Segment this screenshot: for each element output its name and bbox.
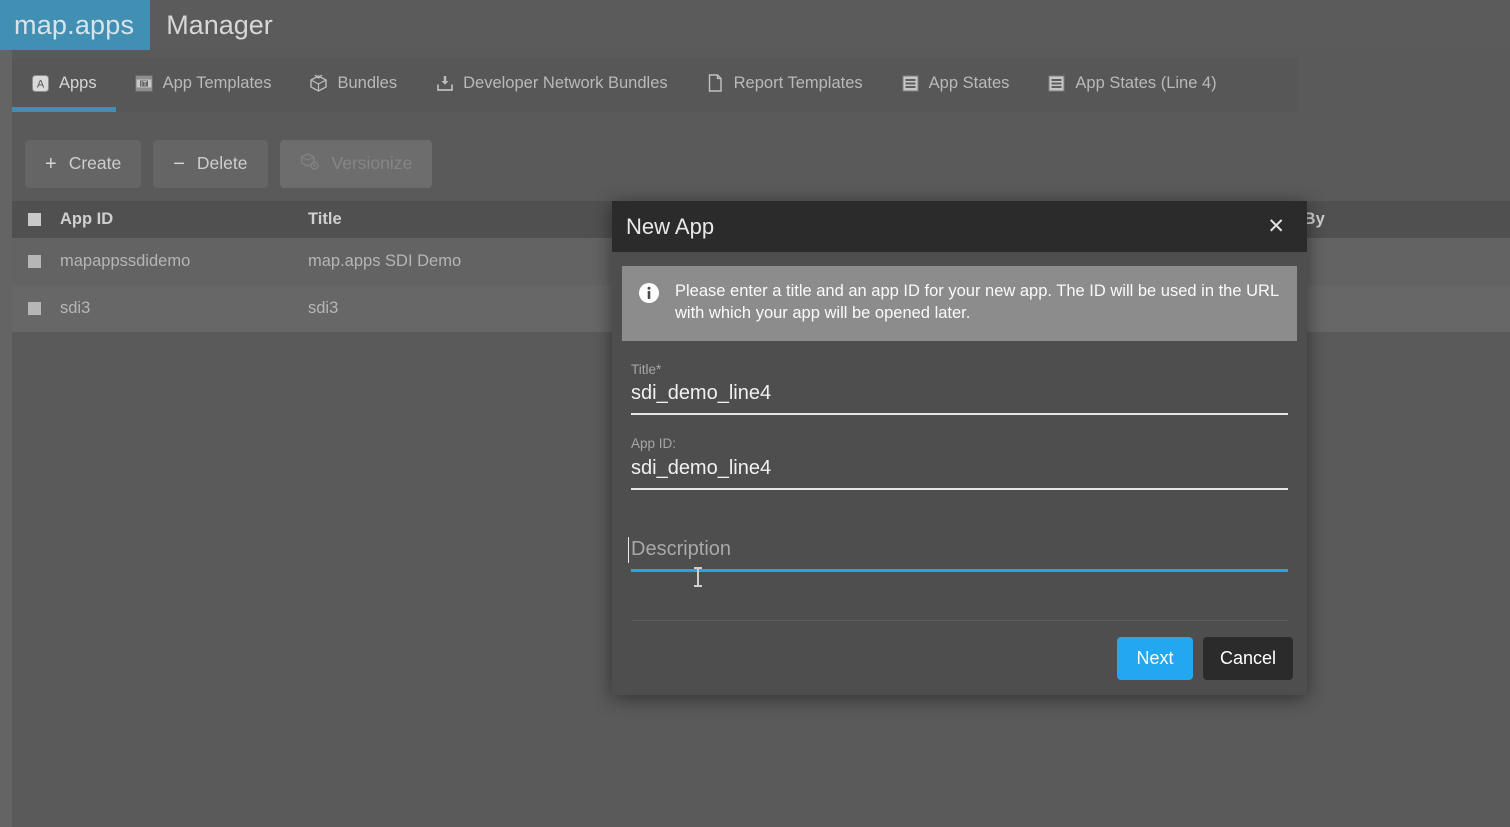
checkbox-icon bbox=[28, 302, 41, 315]
info-icon bbox=[638, 282, 660, 304]
tab-app-states[interactable]: App States bbox=[882, 58, 1029, 108]
dialog-header: New App ✕ bbox=[612, 201, 1307, 252]
dialog-title: New App bbox=[626, 214, 714, 240]
create-button[interactable]: + Create bbox=[25, 140, 141, 188]
app-id-input[interactable]: sdi_demo_line4 bbox=[631, 455, 1288, 488]
app-id-field-label: App ID: bbox=[631, 437, 1288, 452]
description-placeholder: Description bbox=[631, 538, 731, 560]
dialog-footer: Next Cancel bbox=[612, 621, 1307, 695]
title-field-underline bbox=[631, 413, 1288, 415]
cancel-button[interactable]: Cancel bbox=[1203, 637, 1293, 680]
next-button[interactable]: Next bbox=[1117, 637, 1193, 680]
left-gutter bbox=[0, 50, 12, 827]
svg-text:A: A bbox=[37, 78, 45, 90]
text-caret bbox=[628, 537, 629, 563]
title-input[interactable]: sdi_demo_line4 bbox=[631, 380, 1288, 413]
row-checkbox[interactable] bbox=[12, 302, 60, 315]
versionize-icon bbox=[300, 152, 320, 176]
title-field[interactable]: Title* sdi_demo_line4 bbox=[631, 363, 1288, 416]
tab-developer-network-bundles-label: Developer Network Bundles bbox=[463, 74, 668, 93]
bundles-icon bbox=[309, 74, 328, 93]
row-checkbox[interactable] bbox=[12, 255, 60, 268]
description-input[interactable]: Description bbox=[631, 536, 1288, 569]
create-button-label: Create bbox=[69, 153, 122, 174]
tab-developer-network-bundles[interactable]: Developer Network Bundles bbox=[416, 58, 687, 108]
list-icon bbox=[901, 74, 920, 93]
list-icon bbox=[1047, 74, 1066, 93]
select-all-checkbox[interactable] bbox=[12, 213, 60, 226]
delete-button[interactable]: − Delete bbox=[153, 140, 267, 188]
svg-text:IT: IT bbox=[141, 81, 148, 88]
app-templates-icon: IT bbox=[135, 74, 154, 93]
description-field[interactable]: Description bbox=[631, 536, 1288, 572]
tab-report-templates[interactable]: Report Templates bbox=[687, 58, 882, 108]
delete-button-label: Delete bbox=[197, 153, 248, 174]
app-id-field[interactable]: App ID: sdi_demo_line4 bbox=[631, 437, 1288, 490]
action-toolbar: + Create − Delete Versionize bbox=[12, 126, 1297, 201]
app-root: map.apps Manager A Apps IT bbox=[0, 0, 1510, 827]
title-field-label: Title* bbox=[631, 363, 1288, 378]
tab-app-states-line4-label: App States (Line 4) bbox=[1075, 74, 1216, 93]
minus-icon: − bbox=[173, 154, 185, 174]
app-id-field-underline bbox=[631, 488, 1288, 490]
new-app-dialog: New App ✕ Please enter a title and an ap… bbox=[612, 201, 1307, 695]
tab-bundles-label: Bundles bbox=[337, 74, 397, 93]
brand-logo[interactable]: map.apps bbox=[0, 0, 150, 50]
tab-apps-label: Apps bbox=[59, 74, 97, 93]
tab-bundles[interactable]: Bundles bbox=[290, 58, 416, 108]
text-cursor-icon bbox=[697, 567, 699, 587]
tab-app-states-line4[interactable]: App States (Line 4) bbox=[1028, 58, 1235, 108]
tab-apps[interactable]: A Apps bbox=[12, 58, 116, 108]
tab-app-templates[interactable]: IT App Templates bbox=[116, 58, 291, 108]
description-field-underline bbox=[631, 569, 1288, 572]
dialog-body: Please enter a title and an app ID for y… bbox=[612, 252, 1307, 572]
new-app-form: Title* sdi_demo_line4 App ID: sdi_demo_l… bbox=[622, 363, 1297, 573]
cell-app-id: mapappssdidemo bbox=[60, 252, 308, 271]
brand-bar: map.apps Manager bbox=[0, 0, 1510, 50]
page-title: Manager bbox=[150, 0, 289, 50]
tab-app-templates-label: App Templates bbox=[163, 74, 272, 93]
checkbox-icon bbox=[28, 255, 41, 268]
versionize-button-label: Versionize bbox=[332, 153, 413, 174]
download-icon bbox=[435, 74, 454, 93]
apps-icon: A bbox=[31, 74, 50, 93]
versionize-button: Versionize bbox=[280, 140, 433, 188]
tab-app-states-label: App States bbox=[929, 74, 1010, 93]
checkbox-icon bbox=[28, 213, 41, 226]
close-icon[interactable]: ✕ bbox=[1261, 212, 1291, 241]
document-icon bbox=[706, 74, 725, 93]
tab-active-indicator bbox=[12, 107, 116, 112]
plus-icon: + bbox=[45, 154, 57, 174]
tab-report-templates-label: Report Templates bbox=[734, 74, 863, 93]
info-banner: Please enter a title and an app ID for y… bbox=[622, 266, 1297, 341]
cell-app-id: sdi3 bbox=[60, 299, 308, 318]
main-tabs: A Apps IT App Templates bbox=[12, 58, 1297, 112]
column-header-app-id[interactable]: App ID bbox=[60, 210, 308, 229]
info-banner-text: Please enter a title and an app ID for y… bbox=[675, 280, 1281, 325]
